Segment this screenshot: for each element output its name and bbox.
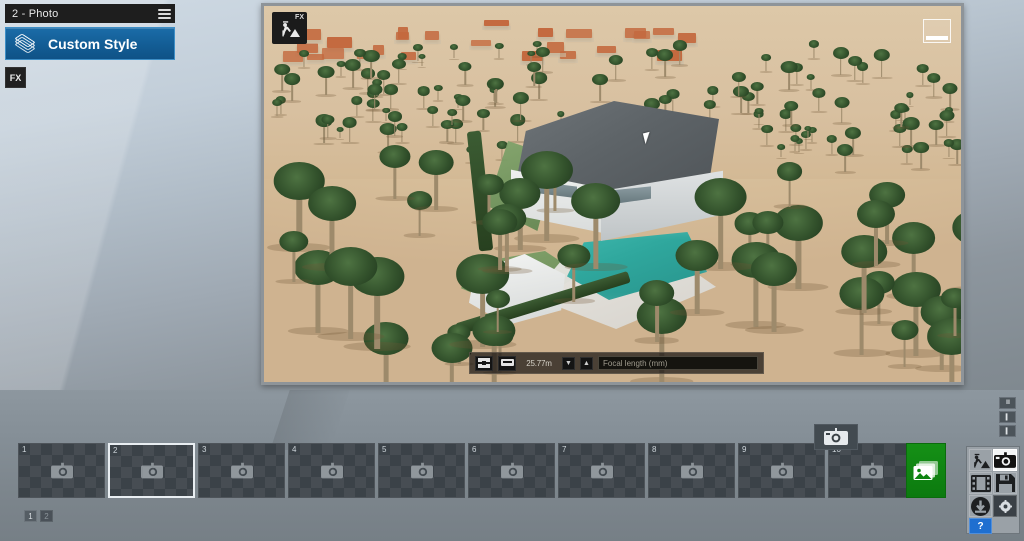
edge-button-glyph: ▍: [1005, 414, 1011, 421]
photo-thumbnail-6[interactable]: 6: [468, 443, 555, 498]
render-viewport[interactable]: FX 25.77m ▼ ▲ Focal length (mm): [261, 3, 964, 385]
photo-thumbnail-1[interactable]: 1: [18, 443, 105, 498]
download-icon[interactable]: [969, 495, 992, 517]
camera-height-value: 25.77m: [526, 358, 552, 368]
photo-thumbnail-5[interactable]: 5: [378, 443, 465, 498]
edge-button-glyph: ‖‖: [1006, 400, 1010, 406]
thumbnail-number: 8: [652, 445, 657, 454]
camera-height-icon[interactable]: [498, 355, 516, 371]
thumbnail-number: 2: [113, 446, 118, 455]
camera-icon: [410, 462, 433, 479]
construction-worker-icon[interactable]: FX: [272, 12, 307, 44]
layers-icon: [14, 33, 36, 53]
photo-filmstrip[interactable]: 1 2 3 4 5 6 7 8 9 10: [18, 443, 915, 498]
decrease-button[interactable]: ▼: [562, 356, 575, 370]
camera-icon: [860, 462, 883, 479]
camera-icon: [770, 462, 793, 479]
camera-icon: [500, 462, 523, 479]
thumbnail-number: 5: [382, 445, 387, 454]
panel-layout-single-icon[interactable]: ▍: [999, 411, 1016, 423]
minimap-toggle[interactable]: [923, 19, 951, 43]
fx-button[interactable]: FX: [5, 67, 26, 88]
camera-icon[interactable]: [993, 449, 1017, 471]
settings-gear-icon[interactable]: [993, 495, 1017, 517]
focal-length-placeholder: Focal length (mm): [603, 358, 668, 368]
help-icon[interactable]: ?: [969, 518, 992, 534]
add-photos-icon[interactable]: [906, 443, 946, 498]
take-snapshot-icon[interactable]: [814, 424, 858, 450]
thumbnail-number: 7: [562, 445, 567, 454]
increase-button[interactable]: ▲: [580, 356, 593, 370]
thumbnail-number: 4: [292, 445, 297, 454]
hamburger-menu-icon[interactable]: [158, 8, 171, 19]
camera-icon: [140, 462, 163, 479]
fx-badge-label: FX: [295, 14, 304, 21]
parallel-projection-icon[interactable]: [475, 355, 493, 371]
3d-scene: [264, 6, 961, 382]
panel-layout-buttons[interactable]: ‖‖ ▍ ▍: [999, 397, 1016, 437]
thumbnail-number: 9: [742, 445, 747, 454]
style-panel-titlebar: 2 - Photo: [5, 4, 175, 23]
construction-worker-icon[interactable]: [969, 449, 992, 471]
thumbnail-number: 3: [202, 445, 207, 454]
photo-thumbnail-9[interactable]: 9: [738, 443, 825, 498]
save-icon[interactable]: [993, 472, 1017, 494]
panel-layout-three-icon[interactable]: ‖‖: [999, 397, 1016, 409]
focal-length-input[interactable]: Focal length (mm): [598, 356, 758, 370]
page-button-1[interactable]: 1: [24, 510, 37, 522]
style-panel-title: 2 - Photo: [12, 7, 59, 20]
photo-thumbnail-8[interactable]: 8: [648, 443, 735, 498]
thumbnail-number: 1: [22, 445, 27, 454]
page-button-2[interactable]: 2: [40, 510, 53, 522]
custom-style-button[interactable]: Custom Style: [5, 27, 175, 60]
camera-icon: [230, 462, 253, 479]
camera-icon: [590, 462, 613, 479]
photo-thumbnail-7[interactable]: 7: [558, 443, 645, 498]
camera-icon: [50, 462, 73, 479]
photo-thumbnail-4[interactable]: 4: [288, 443, 375, 498]
camera-toolbar: 25.77m ▼ ▲ Focal length (mm): [469, 352, 764, 374]
style-panel: 2 - Photo Custom Style FX: [5, 4, 175, 88]
photo-thumbnail-10[interactable]: 10: [828, 443, 915, 498]
camera-icon: [680, 462, 703, 479]
edge-button-glyph: ▍: [1005, 428, 1011, 435]
panel-layout-bottom-icon[interactable]: ▍: [999, 425, 1016, 437]
camera-icon: [320, 462, 343, 479]
mode-toolpad[interactable]: ?: [966, 446, 1020, 534]
photo-thumbnail-2[interactable]: 2: [108, 443, 195, 498]
thumbnail-number: 6: [472, 445, 477, 454]
filmstrip-pager[interactable]: 12: [24, 510, 53, 522]
film-strip-icon[interactable]: [969, 472, 992, 494]
custom-style-label: Custom Style: [48, 35, 138, 52]
photo-thumbnail-3[interactable]: 3: [198, 443, 285, 498]
